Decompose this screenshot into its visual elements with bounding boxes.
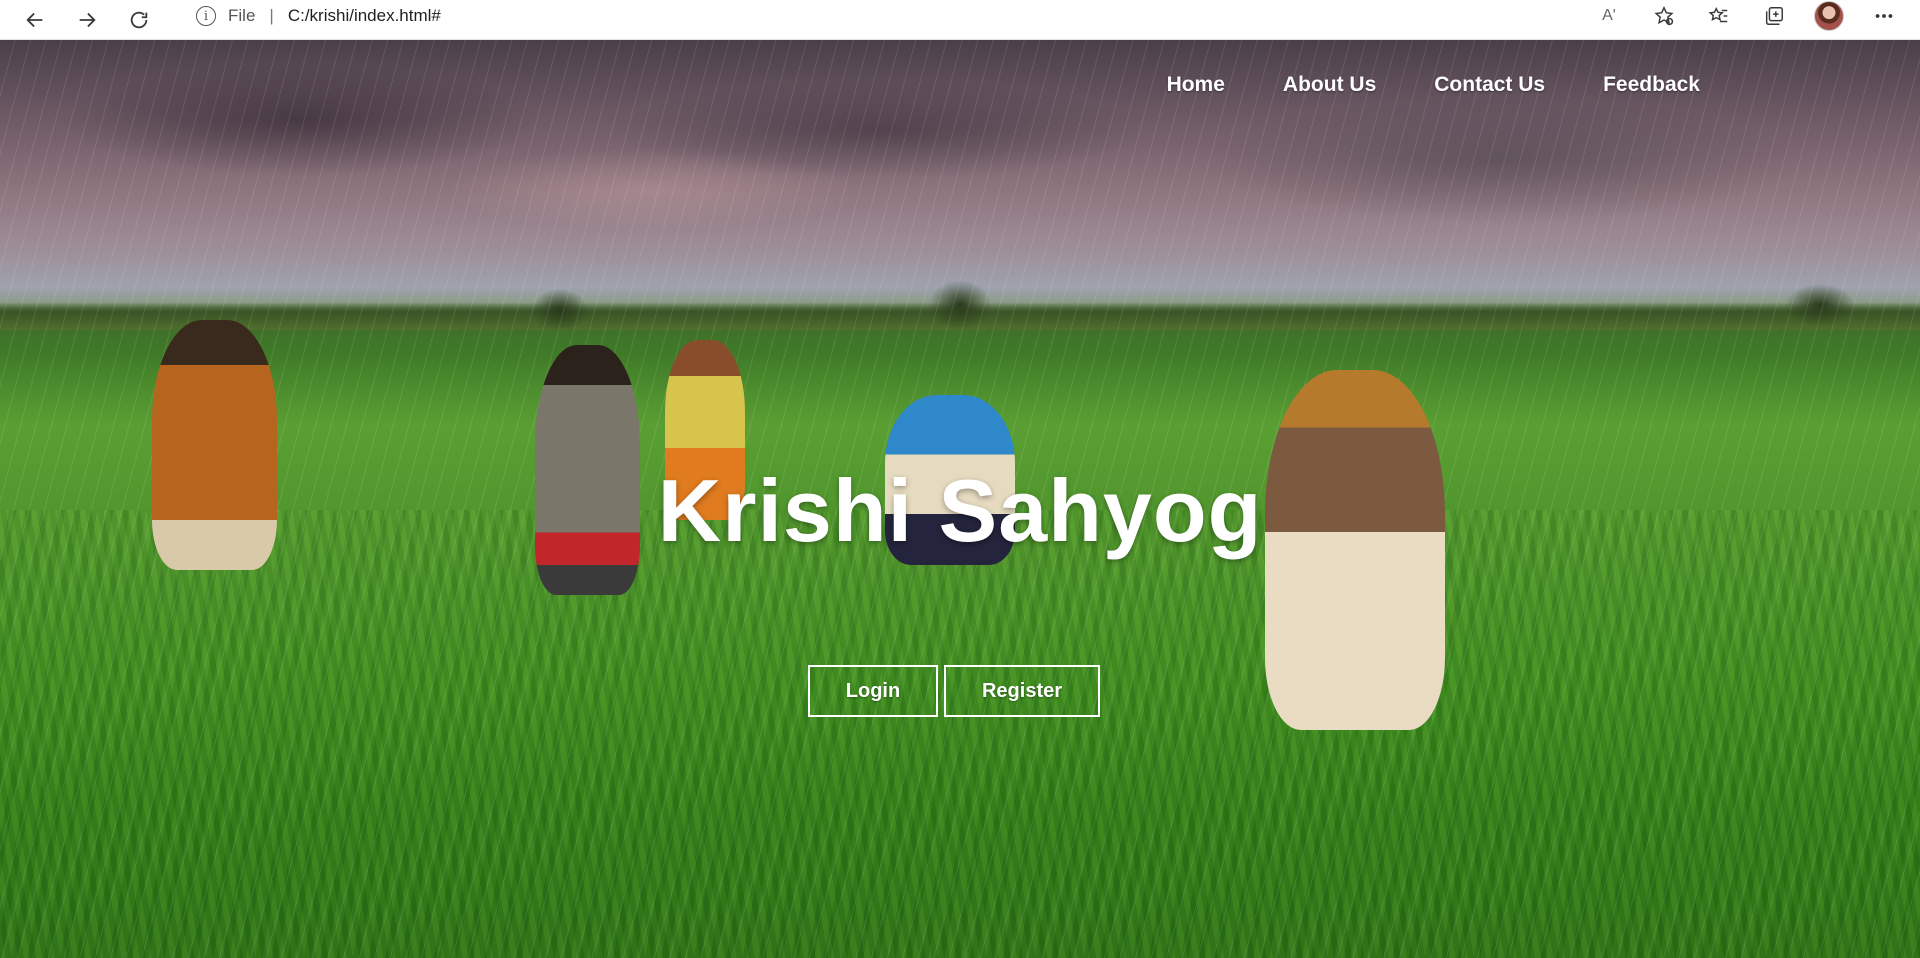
url-separator: | xyxy=(269,6,274,25)
nav-home-link[interactable]: Home xyxy=(1167,73,1225,97)
favorites-button[interactable] xyxy=(1700,0,1738,32)
nav-feedback-link[interactable]: Feedback xyxy=(1603,73,1700,97)
more-icon xyxy=(1875,14,1893,18)
forward-button[interactable] xyxy=(70,3,104,37)
collections-icon xyxy=(1765,7,1783,25)
register-button[interactable]: Register xyxy=(944,665,1100,717)
avatar xyxy=(1814,1,1844,31)
nav-about-link[interactable]: About Us xyxy=(1283,73,1376,97)
paddy-field-background xyxy=(0,510,1920,958)
browser-toolbar: i File | C:/krishi/index.html# Aʹ xyxy=(0,0,1920,40)
refresh-button[interactable] xyxy=(122,3,156,37)
treeline-background xyxy=(0,270,1920,330)
favorites-list-icon xyxy=(1708,7,1728,23)
read-aloud-button[interactable]: Aʹ xyxy=(1590,0,1628,32)
refresh-icon xyxy=(130,11,148,28)
address-bar[interactable]: i File | C:/krishi/index.html# xyxy=(180,0,1680,32)
arrow-left-icon xyxy=(26,12,43,27)
hero-section: Home About Us Contact Us Feedback Krishi… xyxy=(0,40,1920,958)
arrow-right-icon xyxy=(79,12,96,27)
collections-button[interactable] xyxy=(1755,0,1793,32)
settings-menu-button[interactable] xyxy=(1865,0,1903,32)
login-button[interactable]: Login xyxy=(808,665,938,717)
auth-buttons: Login Register xyxy=(0,665,1920,717)
site-navigation: Home About Us Contact Us Feedback xyxy=(1109,73,1700,97)
add-favorite-button[interactable] xyxy=(1645,0,1683,32)
back-button[interactable] xyxy=(18,3,52,37)
info-icon[interactable]: i xyxy=(196,6,216,26)
profile-button[interactable] xyxy=(1810,0,1848,32)
star-add-icon xyxy=(1654,6,1674,26)
nav-contact-link[interactable]: Contact Us xyxy=(1434,73,1545,97)
url-text[interactable]: C:/krishi/index.html# xyxy=(288,6,441,26)
read-aloud-icon: Aʹ xyxy=(1602,7,1616,24)
page-title: Krishi Sahyog xyxy=(657,461,1263,560)
url-scheme: File xyxy=(228,6,256,25)
